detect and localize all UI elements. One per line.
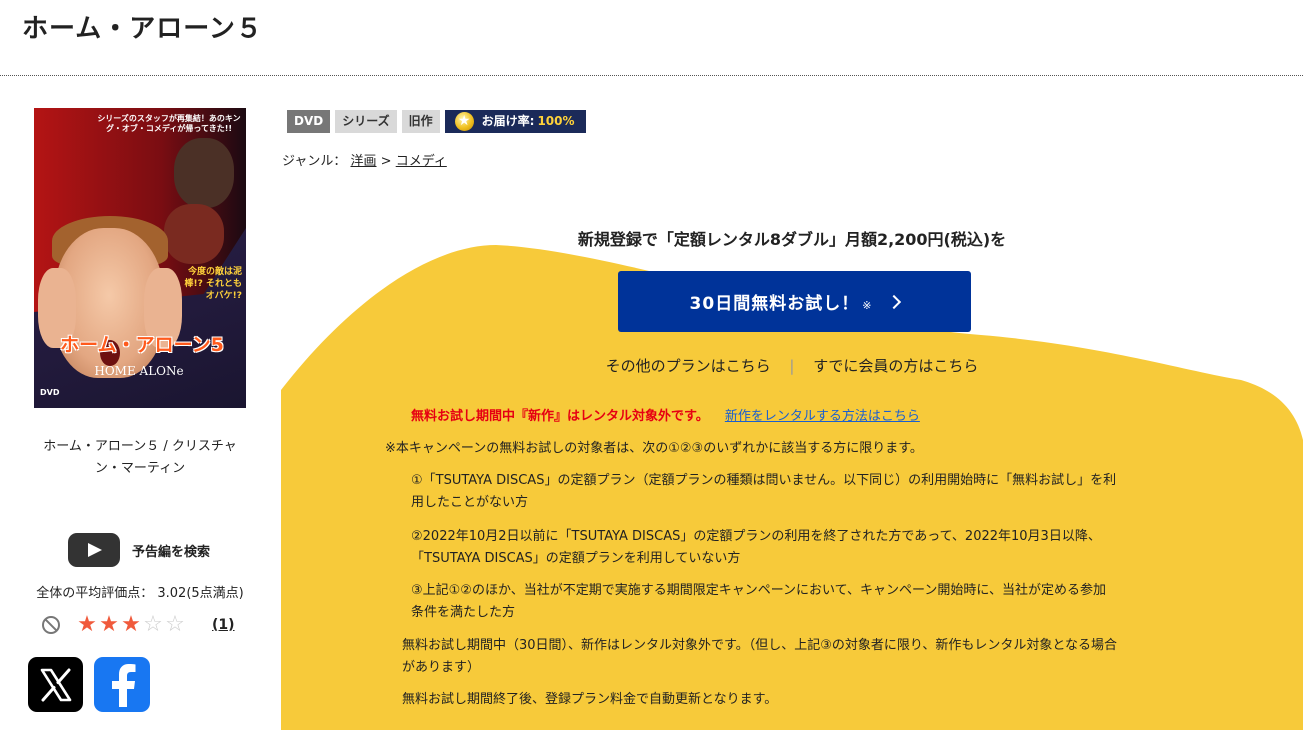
star-icon: ★ — [454, 112, 474, 131]
term-3-line-2: 条件を満たした方 — [411, 605, 516, 620]
trailer-search-button[interactable]: 予告編を検索 — [68, 533, 210, 567]
average-rating-text: 全体の平均評価点： 3.02(5点満点) — [36, 586, 244, 601]
review-count-link[interactable]: (1) — [212, 617, 235, 633]
badge-delivery-rate: ★ お届け率: 100% — [444, 110, 586, 133]
auto-renewal-note: 無料お試し期間終了後、登録プラン料金で自動更新となります。 — [402, 692, 778, 707]
badge-old-release: 旧作 — [401, 110, 440, 133]
rating-stars: ★ ★ ★ ☆ ☆ — [76, 614, 186, 636]
facebook-share-button[interactable] — [94, 657, 150, 712]
genre-label: ジャンル： — [282, 154, 347, 169]
plan-links: その他のプランはこちら | すでに会員の方はこちら — [281, 355, 1303, 376]
facebook-logo-icon — [112, 663, 136, 707]
star-filled-icon[interactable]: ★ — [76, 614, 98, 636]
member-login-link[interactable]: すでに会員の方はこちら — [813, 357, 978, 375]
trailer-search-label[interactable]: 予告編を検索 — [132, 541, 210, 560]
star-empty-icon[interactable]: ☆ — [142, 614, 164, 636]
term-2-line-2: 「TSUTAYA DISCAS」の定額プランを利用していない方 — [411, 551, 741, 566]
term-1-line-1: ①「TSUTAYA DISCAS」の定額プラン（定額プランの種類は問いません。以… — [411, 473, 1117, 488]
cover-second-figure — [164, 204, 224, 264]
cover-tagline: シリーズのスタッフが再集結！あのキング・オブ・コメディが帰ってきた!! — [97, 114, 241, 133]
badge-series: シリーズ — [335, 110, 397, 133]
x-share-button[interactable] — [28, 657, 83, 712]
term-item-2: ②2022年10月2日以前に「TSUTAYA DISCAS」の定額プランの利用を… — [411, 526, 1211, 570]
free-trial-label[interactable]: 30日間無料お試し！ — [690, 289, 860, 314]
trial-new-release-note: 無料お試し期間中（30日間）、新作はレンタル対象外です。（但し、上記③の対象者に… — [402, 635, 1212, 679]
note-1-line-1: 無料お試し期間中（30日間）、新作はレンタル対象外です。（但し、上記③の対象者に… — [402, 638, 1117, 653]
play-icon[interactable] — [68, 533, 120, 567]
cover-logo-jp: ホーム・アローン5 — [60, 334, 224, 356]
rent-new-release-link[interactable]: 新作をレンタルする方法はこちら — [725, 409, 920, 424]
term-1-line-2: 用したことがない方 — [411, 495, 529, 510]
term-3-line-1: ③上記①②のほか、当社が不定期で実施する期間限定キャンペーンにおいて、キャンペー… — [411, 583, 1106, 598]
free-trial-note-mark[interactable]: ※ — [862, 299, 871, 312]
cover-villain-figure — [174, 138, 234, 208]
no-entry-icon[interactable] — [42, 616, 60, 634]
product-badges: DVD シリーズ 旧作 ★ お届け率: 100% — [287, 110, 591, 133]
genre-link-western-film[interactable]: 洋画 — [351, 154, 377, 169]
term-item-3: ③上記①②のほか、当社が不定期で実施する期間限定キャンペーンにおいて、キャンペー… — [411, 580, 1211, 624]
product-cover-image[interactable]: シリーズのスタッフが再集結！あのキング・オブ・コメディが帰ってきた!! 今度の敵… — [34, 108, 246, 408]
cover-dvd-mark: DVD — [40, 388, 60, 397]
genre-breadcrumb: ジャンル： 洋画 > コメディ — [282, 150, 447, 169]
free-trial-button[interactable]: 30日間無料お試し！ ※ — [618, 271, 971, 332]
star-filled-icon[interactable]: ★ — [120, 614, 142, 636]
x-logo-icon — [40, 668, 71, 701]
campaign-headline: 新規登録で「定額レンタル8ダブル」月額2,200円(税込)を — [577, 230, 1007, 249]
page-title: ホーム・アローン５ — [22, 14, 263, 44]
star-empty-icon[interactable]: ☆ — [164, 614, 186, 636]
star-filled-icon[interactable]: ★ — [98, 614, 120, 636]
rating-row: ★ ★ ★ ☆ ☆ (1) — [42, 611, 252, 639]
new-release-warning: 無料お試し期間中『新作』はレンタル対象外です。 — [411, 409, 709, 424]
product-caption: ホーム・アローン５ / クリスチャン・マーティン — [43, 439, 237, 476]
term-item-1: ①「TSUTAYA DISCAS」の定額プラン（定額プランの種類は問いません。以… — [411, 470, 1211, 514]
genre-link-comedy[interactable]: コメディ — [396, 154, 447, 169]
badge-dvd: DVD — [287, 110, 331, 133]
new-release-notice: 無料お試し期間中『新作』はレンタル対象外です。 新作をレンタルする方法はこちら — [411, 405, 920, 424]
chevron-right-icon[interactable] — [887, 294, 902, 309]
delivery-rate-value: 100% — [537, 114, 575, 128]
terms-intro: ※本キャンペーンの無料お試しの対象者は、次の①②③のいずれかに該当する方に限りま… — [385, 441, 923, 456]
title-divider — [0, 75, 1303, 76]
delivery-rate-label: お届け率: — [481, 114, 535, 128]
other-plans-link[interactable]: その他のプランはこちら — [606, 357, 771, 375]
plan-links-divider: | — [789, 357, 795, 375]
cover-side-text: 今度の敵は泥棒!? それともオバケ!? — [184, 267, 242, 301]
term-2-line-1: ②2022年10月2日以前に「TSUTAYA DISCAS」の定額プランの利用を… — [411, 529, 1101, 544]
cover-logo-en: HOME ALONe — [94, 364, 184, 378]
genre-separator: > — [380, 154, 392, 169]
note-1-line-2: があります） — [402, 660, 481, 675]
